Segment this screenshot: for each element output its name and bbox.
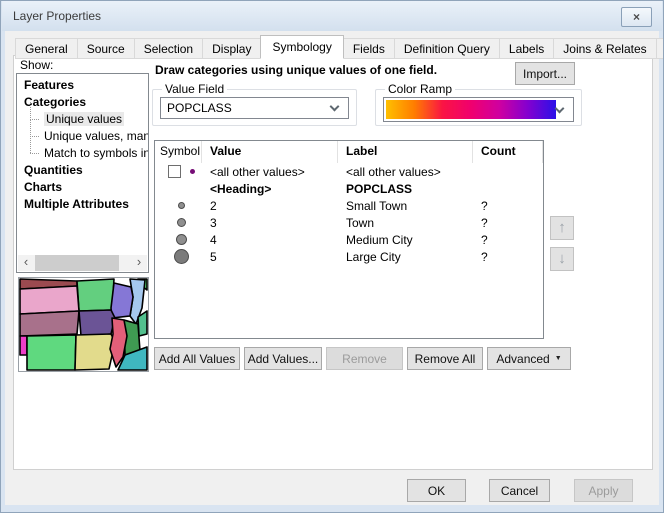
tree-item-unique-values-many[interactable]: Unique values, many bbox=[17, 128, 148, 145]
ok-button[interactable]: OK bbox=[407, 479, 466, 502]
scroll-right-icon[interactable]: › bbox=[131, 255, 147, 271]
arrow-up-icon: ↑ bbox=[558, 219, 566, 236]
remove-all-button[interactable]: Remove All bbox=[407, 347, 483, 370]
point-symbol-icon bbox=[190, 169, 195, 174]
close-button[interactable]: × bbox=[621, 7, 652, 27]
table-row[interactable]: 2 Small Town ? bbox=[155, 197, 543, 214]
window-title: Layer Properties bbox=[13, 9, 101, 23]
point-symbol-icon bbox=[177, 218, 186, 227]
show-label: Show: bbox=[20, 58, 53, 72]
apply-button[interactable]: Apply bbox=[574, 479, 633, 502]
column-header-count[interactable]: Count bbox=[473, 141, 543, 163]
tree-item-charts[interactable]: Charts bbox=[17, 179, 148, 196]
unique-values-table: Symbol Value Label Count <all other valu… bbox=[154, 140, 544, 339]
tab-strip: General Source Selection Display Symbolo… bbox=[15, 35, 664, 59]
table-header-row: Symbol Value Label Count bbox=[155, 141, 543, 163]
tab-time[interactable]: Time bbox=[656, 38, 664, 59]
map-preview-image bbox=[19, 278, 148, 371]
point-symbol-icon bbox=[178, 202, 185, 209]
chevron-down-icon bbox=[330, 102, 340, 112]
title-bar: Layer Properties × bbox=[2, 1, 662, 31]
tab-symbology[interactable]: Symbology bbox=[260, 35, 343, 59]
point-symbol-icon bbox=[176, 234, 187, 245]
tree-horizontal-scrollbar[interactable]: ‹ › bbox=[18, 255, 147, 271]
move-up-button[interactable]: ↑ bbox=[550, 216, 574, 240]
tab-fields[interactable]: Fields bbox=[343, 38, 395, 59]
show-tree: Features Categories Unique values Unique… bbox=[16, 73, 149, 273]
tab-definition-query[interactable]: Definition Query bbox=[394, 38, 500, 59]
value-field-selected: POPCLASS bbox=[161, 101, 331, 115]
column-header-label[interactable]: Label bbox=[338, 141, 473, 163]
move-down-button[interactable]: ↓ bbox=[550, 247, 574, 271]
all-other-values-checkbox[interactable] bbox=[168, 165, 181, 178]
cancel-button[interactable]: Cancel bbox=[489, 479, 550, 502]
table-row[interactable]: <Heading> POPCLASS bbox=[155, 180, 543, 197]
value-field-dropdown[interactable]: POPCLASS bbox=[160, 97, 349, 119]
tab-display[interactable]: Display bbox=[202, 38, 261, 59]
tab-joins-relates[interactable]: Joins & Relates bbox=[553, 38, 656, 59]
tab-source[interactable]: Source bbox=[77, 38, 135, 59]
column-header-value[interactable]: Value bbox=[202, 141, 338, 163]
value-field-group: Value Field POPCLASS bbox=[152, 82, 357, 126]
tree-item-multiple-attributes[interactable]: Multiple Attributes bbox=[17, 196, 148, 213]
table-row[interactable]: 5 Large City ? bbox=[155, 248, 543, 265]
point-symbol-icon bbox=[174, 249, 189, 264]
tree-item-categories[interactable]: Categories bbox=[17, 94, 148, 111]
arrow-down-icon: ↓ bbox=[558, 250, 566, 267]
close-icon: × bbox=[633, 10, 640, 24]
tab-general[interactable]: General bbox=[15, 38, 78, 59]
color-ramp-dropdown[interactable] bbox=[383, 97, 574, 122]
column-header-symbol[interactable]: Symbol bbox=[155, 141, 202, 163]
chevron-down-icon bbox=[555, 103, 565, 113]
symbology-tab-page: Show: Features Categories Unique values … bbox=[13, 55, 653, 470]
tab-selection[interactable]: Selection bbox=[134, 38, 203, 59]
color-ramp-label: Color Ramp bbox=[385, 82, 455, 96]
value-field-label: Value Field bbox=[162, 82, 227, 96]
color-ramp-group: Color Ramp bbox=[375, 82, 582, 126]
table-row[interactable]: 4 Medium City ? bbox=[155, 231, 543, 248]
tree-item-unique-values[interactable]: Unique values bbox=[17, 111, 148, 128]
table-row[interactable]: 3 Town ? bbox=[155, 214, 543, 231]
remove-button[interactable]: Remove bbox=[326, 347, 403, 370]
tree-item-features[interactable]: Features bbox=[17, 77, 148, 94]
table-row[interactable]: <all other values> <all other values> bbox=[155, 163, 543, 180]
tree-item-quantities[interactable]: Quantities bbox=[17, 162, 148, 179]
add-all-values-button[interactable]: Add All Values bbox=[154, 347, 240, 370]
advanced-button[interactable]: Advanced ▼ bbox=[487, 347, 571, 370]
tree-item-match-to-symbols[interactable]: Match to symbols in a bbox=[17, 145, 148, 162]
scroll-left-icon[interactable]: ‹ bbox=[18, 255, 34, 271]
layer-properties-dialog: Layer Properties × General Source Select… bbox=[0, 0, 664, 513]
color-ramp-swatch bbox=[386, 100, 556, 119]
dropdown-caret-icon: ▼ bbox=[555, 355, 562, 362]
panel-heading: Draw categories using unique values of o… bbox=[155, 63, 510, 77]
scrollbar-thumb[interactable] bbox=[35, 255, 119, 271]
symbology-map-preview bbox=[18, 277, 149, 372]
add-values-button[interactable]: Add Values... bbox=[244, 347, 322, 370]
tab-labels[interactable]: Labels bbox=[499, 38, 554, 59]
